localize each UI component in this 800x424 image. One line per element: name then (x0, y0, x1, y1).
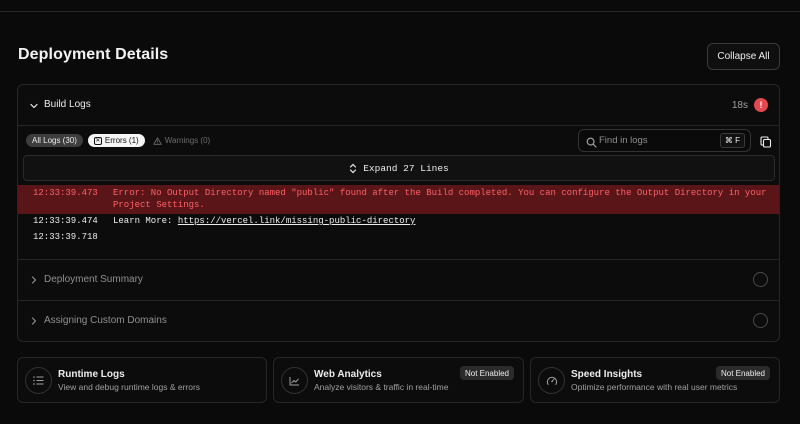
feature-card-speed-insights[interactable]: Speed Insights Optimize performance with… (530, 357, 780, 403)
feature-description: Optimize performance with real user metr… (571, 382, 738, 392)
page-title: Deployment Details (18, 46, 169, 63)
status-badge: Not Enabled (459, 366, 514, 380)
chevron-down-icon (28, 100, 40, 112)
filter-errors[interactable]: ✕ Errors (1) (87, 134, 145, 147)
warning-icon (153, 136, 162, 145)
filter-all-logs[interactable]: All Logs (30) (26, 134, 83, 147)
chart-icon (281, 367, 308, 394)
error-status-icon: ! (754, 98, 768, 112)
pending-status-icon (753, 313, 768, 328)
build-duration: 18s (731, 100, 748, 111)
deployment-card: Build Logs 18s ! All Logs (30) ✕ Errors … (17, 84, 780, 342)
search-icon (586, 135, 597, 153)
list-icon (25, 367, 52, 394)
section-title: Deployment Summary (44, 274, 143, 285)
log-message-prefix: Learn More: (113, 216, 178, 226)
error-x-icon: ✕ (93, 136, 102, 145)
log-line-error: 12:33:39.473 Error: No Output Directory … (18, 185, 779, 214)
log-line: 12:33:39.474 Learn More: https://vercel.… (18, 215, 779, 229)
feature-title: Web Analytics (314, 369, 382, 380)
log-filters: All Logs (30) ✕ Errors (1) Warnings (0) (26, 134, 216, 147)
chevron-right-icon (28, 274, 40, 286)
pending-status-icon (753, 272, 768, 287)
status-badge: Not Enabled (715, 366, 770, 380)
feature-title: Runtime Logs (58, 369, 125, 380)
feature-card-runtime-logs[interactable]: Runtime Logs View and debug runtime logs… (17, 357, 267, 403)
feature-title: Speed Insights (571, 369, 643, 380)
expand-lines-button[interactable]: Expand 27 Lines (23, 155, 775, 181)
log-timestamp: 12:33:39.718 (33, 232, 98, 242)
log-line: 12:33:39.718 (18, 231, 779, 245)
section-deployment-summary[interactable]: Deployment Summary (18, 259, 779, 300)
top-divider (0, 11, 800, 12)
log-lines: 12:33:39.473 Error: No Output Directory … (18, 185, 779, 245)
copy-icon[interactable] (760, 135, 772, 148)
filter-warnings[interactable]: Warnings (0) (150, 134, 217, 147)
feature-card-web-analytics[interactable]: Web Analytics Analyze visitors & traffic… (273, 357, 524, 403)
chevron-right-icon (28, 315, 40, 327)
filter-errors-label: Errors (1) (104, 136, 139, 145)
learn-more-link[interactable]: https://vercel.link/missing-public-direc… (178, 216, 416, 226)
section-title: Assigning Custom Domains (44, 315, 167, 326)
collapse-all-button[interactable]: Collapse All (707, 43, 780, 70)
log-message: Error: No Output Directory named "public… (113, 188, 767, 210)
gauge-icon (538, 367, 565, 394)
expand-lines-label: Expand 27 Lines (363, 162, 449, 174)
feature-description: Analyze visitors & traffic in real-time (314, 382, 449, 392)
log-timestamp: 12:33:39.473 (33, 188, 98, 198)
log-search: ⌘ F (578, 129, 751, 152)
expand-icon (350, 163, 357, 173)
feature-description: View and debug runtime logs & errors (58, 382, 201, 392)
section-assigning-custom-domains[interactable]: Assigning Custom Domains (18, 300, 779, 341)
build-logs-header[interactable]: Build Logs 18s ! (18, 85, 779, 126)
search-shortcut: ⌘ F (719, 133, 745, 148)
build-logs-title: Build Logs (44, 99, 91, 110)
search-input[interactable] (599, 133, 719, 148)
filter-warnings-label: Warnings (0) (164, 136, 211, 145)
log-message: Learn More: https://vercel.link/missing-… (113, 215, 773, 227)
log-timestamp: 12:33:39.474 (33, 216, 98, 226)
